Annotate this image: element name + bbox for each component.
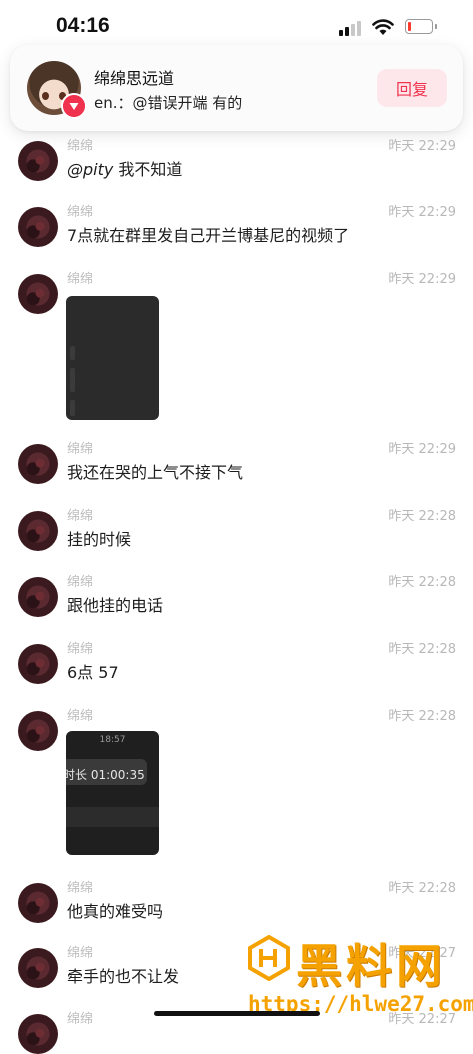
- sender-name: 绵绵: [67, 509, 94, 524]
- message-time: 昨天 22:29: [388, 442, 456, 457]
- sender-name: 绵绵: [67, 881, 94, 896]
- image-attachment[interactable]: [66, 296, 159, 420]
- sender-avatar[interactable]: [18, 883, 58, 923]
- sender-name: 绵绵: [67, 205, 94, 220]
- message-time: 昨天 22:28: [388, 642, 456, 657]
- message-text-body: 我不知道: [113, 160, 183, 179]
- sender-avatar[interactable]: [18, 1014, 58, 1054]
- message-text: 7点就在群里发自己开兰博基尼的视频了: [67, 226, 350, 245]
- watermark-text: 黑料网: [296, 939, 446, 993]
- screenshot-time: 18:57: [99, 735, 126, 745]
- notification-title: 绵绵思远道: [94, 69, 175, 88]
- message-time: 昨天 22:28: [388, 575, 456, 590]
- battery-level: [408, 22, 411, 31]
- sender-avatar[interactable]: [18, 511, 58, 551]
- message-text: 跟他挂的电话: [67, 596, 164, 615]
- mention[interactable]: @pity: [67, 160, 113, 179]
- sender-avatar[interactable]: [18, 444, 58, 484]
- battery-icon: [405, 19, 437, 34]
- status-bar: 04:16: [0, 0, 473, 48]
- watermark: 黑料网 https://hlwe27.com: [246, 930, 473, 1024]
- app-badge-icon: [61, 93, 87, 119]
- message-text: 我还在哭的上气不接下气: [67, 463, 244, 482]
- message-text: 6点 57: [67, 663, 119, 682]
- call-duration: 时长 01:00:35: [66, 768, 145, 782]
- sender-avatar[interactable]: [18, 141, 58, 181]
- message-time: 昨天 22:29: [388, 205, 456, 220]
- status-time: 04:16: [56, 14, 110, 37]
- sender-name: 绵绵: [67, 946, 94, 961]
- sender-avatar[interactable]: [18, 207, 58, 247]
- sender-name: 绵绵: [67, 642, 94, 657]
- reply-button[interactable]: 回复: [377, 69, 447, 107]
- call-screenshot-attachment[interactable]: 18:57 时长 01:00:35: [66, 731, 159, 855]
- sender-name: 绵绵: [67, 575, 94, 590]
- message-text: @pity 我不知道: [67, 156, 182, 180]
- message-text: 他真的难受吗: [67, 902, 164, 921]
- sender-avatar[interactable]: [18, 274, 58, 314]
- sender-name: 绵绵: [67, 709, 94, 724]
- cellular-signal-icon: [339, 20, 365, 36]
- notification-body: en.：@错误开端 有的: [94, 94, 243, 112]
- message-time: 昨天 22:29: [388, 139, 456, 154]
- sender-name: 绵绵: [67, 1012, 94, 1027]
- message-time: 昨天 22:28: [388, 881, 456, 896]
- message-time: 昨天 22:28: [388, 509, 456, 524]
- sender-avatar[interactable]: [18, 711, 58, 751]
- message-time: 昨天 22:28: [388, 709, 456, 724]
- watermark-logo-icon: [248, 935, 290, 981]
- message-text: 牵手的也不让发: [67, 967, 180, 986]
- wifi-icon: [372, 19, 394, 35]
- message-time: 昨天 22:29: [388, 272, 456, 287]
- sender-name: 绵绵: [67, 139, 94, 154]
- home-indicator[interactable]: [154, 1011, 320, 1016]
- sender-avatar[interactable]: [18, 644, 58, 684]
- sender-name: 绵绵: [67, 272, 94, 287]
- notification-banner[interactable]: 绵绵思远道 en.：@错误开端 有的 回复: [10, 45, 463, 131]
- message-text: 挂的时候: [67, 530, 132, 549]
- sender-avatar[interactable]: [18, 577, 58, 617]
- sender-avatar[interactable]: [18, 948, 58, 988]
- sender-name: 绵绵: [67, 442, 94, 457]
